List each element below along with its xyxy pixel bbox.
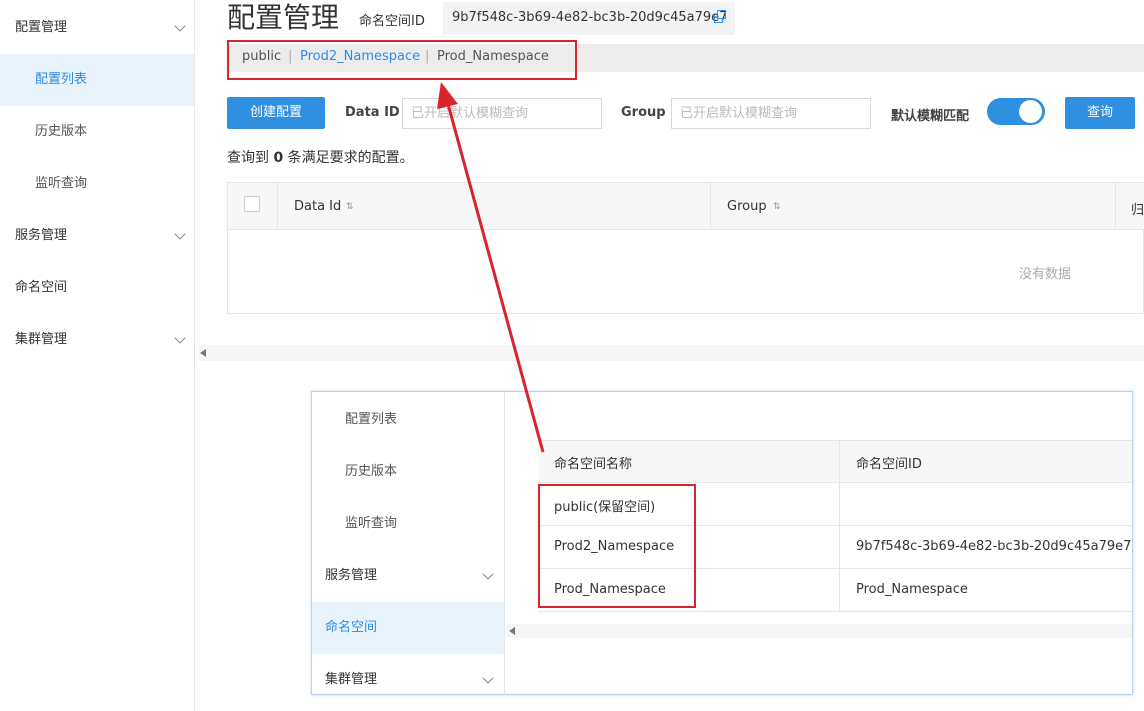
sidebar-item-label: 配置列表 xyxy=(35,72,88,87)
column-header-namespace-id: 命名空间ID xyxy=(856,457,922,472)
namespace-id-value: 9b7f548c-3b69-4e82-bc3b-20d9c45a79e7 xyxy=(452,10,728,25)
sidebar-item-label: 配置列表 xyxy=(345,412,398,427)
sidebar-item-label: 历史版本 xyxy=(345,464,398,479)
column-header-data-id[interactable]: Data Id xyxy=(294,199,341,214)
group-input[interactable] xyxy=(672,99,870,128)
inset-sidebar-item-namespace[interactable]: 命名空间 xyxy=(312,602,504,654)
sidebar-item-label: 集群管理 xyxy=(15,332,68,347)
sidebar-item-listener-query[interactable]: 监听查询 xyxy=(0,158,194,210)
chevron-down-icon xyxy=(482,672,494,684)
sidebar-item-service-management[interactable]: 服务管理 xyxy=(0,210,194,262)
namespace-id-label: 命名空间ID xyxy=(359,14,425,29)
sidebar-item-label: 历史版本 xyxy=(35,124,88,139)
namespace-id-cell: 9b7f548c-3b69-4e82-bc3b-20d9c45a79e7 xyxy=(856,539,1132,554)
sidebar-item-cluster-management[interactable]: 集群管理 xyxy=(0,314,194,366)
result-summary: 查询到 0 条满足要求的配置。 xyxy=(227,147,414,167)
sidebar-item-label: 监听查询 xyxy=(345,516,398,531)
data-id-input[interactable] xyxy=(403,99,601,128)
column-divider xyxy=(839,440,840,612)
chevron-down-icon xyxy=(482,568,494,580)
data-id-label: Data ID xyxy=(345,105,400,120)
scroll-left-icon[interactable] xyxy=(200,349,206,357)
namespace-id-cell: Prod_Namespace xyxy=(856,582,968,597)
sidebar-item-history[interactable]: 历史版本 xyxy=(0,106,194,158)
scroll-left-icon[interactable] xyxy=(509,627,515,635)
inset-sidebar-item-service-management[interactable]: 服务管理 xyxy=(312,550,504,602)
inset-sidebar-item-history[interactable]: 历史版本 xyxy=(312,446,504,498)
inset-sidebar-item-config-list[interactable]: 配置列表 xyxy=(312,394,504,446)
page-title: 配置管理 xyxy=(227,1,340,34)
column-header-namespace-name: 命名空间名称 xyxy=(554,457,633,472)
column-header-partial: 归 xyxy=(1131,203,1144,218)
sidebar-item-label: 服务管理 xyxy=(325,568,378,583)
column-divider xyxy=(277,183,278,230)
sort-icon[interactable]: ⇅ xyxy=(773,202,781,212)
result-count: 0 xyxy=(273,150,284,166)
sidebar-item-label: 服务管理 xyxy=(15,228,68,243)
config-table-header xyxy=(228,183,1144,230)
data-id-field xyxy=(402,98,602,129)
sidebar-item-label: 监听查询 xyxy=(35,176,88,191)
inset-horizontal-scrollbar[interactable] xyxy=(506,624,1132,638)
group-field xyxy=(671,98,871,129)
create-config-button[interactable]: 创建配置 xyxy=(227,97,325,129)
select-all-checkbox[interactable] xyxy=(244,196,260,212)
chevron-down-icon xyxy=(174,332,186,344)
chevron-down-icon xyxy=(174,228,186,240)
sidebar-item-config-list[interactable]: 配置列表 xyxy=(0,54,194,106)
column-header-group[interactable]: Group xyxy=(727,199,767,214)
toggle-knob xyxy=(1019,100,1042,123)
fuzzy-match-label: 默认模糊匹配 xyxy=(891,109,970,124)
sidebar-item-label: 命名空间 xyxy=(325,620,378,635)
group-label: Group xyxy=(621,105,666,120)
sidebar-item-label: 集群管理 xyxy=(325,672,378,687)
result-prefix: 查询到 xyxy=(227,150,269,166)
inset-sidebar-item-cluster-management[interactable]: 集群管理 xyxy=(312,654,504,694)
annotation-box-namespace-tabs xyxy=(227,40,577,80)
inset-sidebar-item-listener-query[interactable]: 监听查询 xyxy=(312,498,504,550)
empty-table-message: 没有数据 xyxy=(1019,267,1072,282)
sidebar-item-label: 命名空间 xyxy=(15,280,68,295)
copy-icon[interactable] xyxy=(714,10,726,23)
result-suffix: 条满足要求的配置。 xyxy=(287,150,414,166)
sidebar-item-label: 配置管理 xyxy=(15,20,68,35)
sidebar-item-namespace[interactable]: 命名空间 xyxy=(0,262,194,314)
annotation-box-namespace-names xyxy=(538,484,696,608)
sidebar: 配置管理 配置列表 历史版本 监听查询 服务管理 命名空间 集群管理 xyxy=(0,0,195,711)
query-button[interactable]: 查询 xyxy=(1065,97,1135,129)
chevron-down-icon xyxy=(174,20,186,32)
sidebar-item-config-management[interactable]: 配置管理 xyxy=(0,2,194,54)
sort-icon[interactable]: ⇅ xyxy=(346,202,354,212)
column-divider xyxy=(710,183,711,230)
horizontal-scrollbar[interactable] xyxy=(198,345,1144,361)
column-divider xyxy=(1115,183,1116,230)
